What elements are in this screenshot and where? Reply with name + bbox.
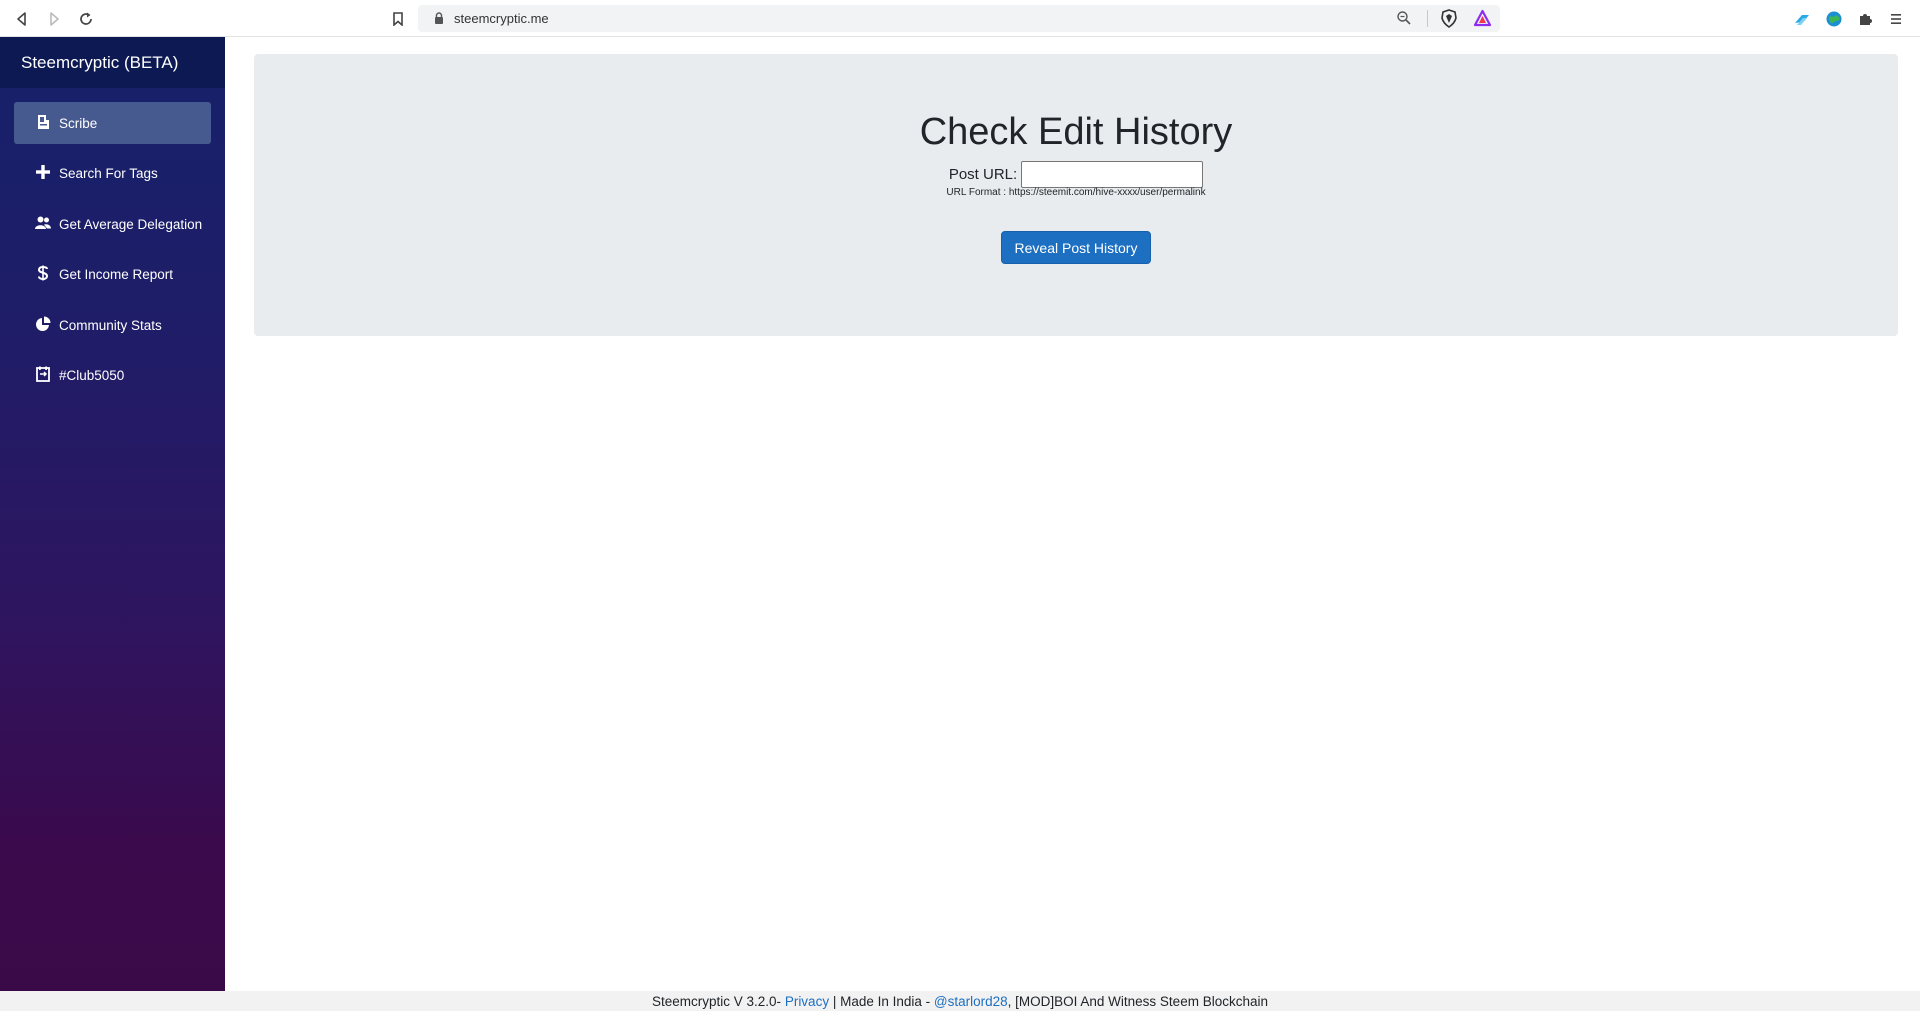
back-icon: [17, 12, 26, 26]
sidebar-item-label: Community Stats: [59, 317, 162, 333]
hamburger-icon: [1891, 14, 1901, 24]
sidebar-item-label: #Club5050: [59, 368, 125, 384]
calendar-icon: [34, 365, 52, 383]
sidebar-item-get-income-report[interactable]: Get Income Report: [14, 254, 211, 296]
url-divider: [1427, 10, 1428, 27]
back-button[interactable]: [11, 8, 33, 30]
footer: Steemcryptic V 3.2.0- Privacy | Made In …: [0, 991, 1920, 1011]
scribe-icon: [34, 113, 52, 131]
lock-icon: [435, 12, 443, 24]
globe-icon: [1826, 11, 1842, 27]
menu-button[interactable]: [1886, 9, 1906, 29]
extension-keychain-button[interactable]: [1792, 9, 1812, 29]
address-bar[interactable]: steemcryptic.me: [418, 5, 1500, 32]
brave-rewards-icon[interactable]: [1473, 9, 1492, 28]
sidebar: Steemcryptic (BETA) Scribe Search For Ta…: [0, 37, 225, 991]
sidebar-item-search-for-tags[interactable]: Search For Tags: [14, 153, 211, 195]
sidebar-item-label: Scribe: [59, 115, 98, 131]
footer-credits: , [MOD]BOI And Witness Steem Blockchain: [1007, 993, 1268, 1009]
footer-made-in: | Made In India -: [829, 993, 934, 1009]
sidebar-item-label: Get Income Report: [59, 267, 174, 283]
sidebar-item-get-average-delegation[interactable]: Get Average Delegation: [14, 203, 211, 245]
sidebar-item-label: Search For Tags: [59, 166, 158, 182]
plus-icon: [34, 163, 52, 181]
bookmark-icon: [393, 12, 403, 26]
keychain-icon: [1795, 15, 1809, 25]
reload-icon: [80, 12, 92, 25]
sidebar-item-community-stats[interactable]: Community Stats: [14, 304, 211, 346]
page-title: Check Edit History: [919, 111, 1233, 153]
dollar-icon: [34, 264, 52, 282]
forward-icon: [50, 12, 59, 26]
pie-chart-icon: [34, 315, 52, 333]
users-icon: [34, 214, 52, 232]
url-text: steemcryptic.me: [454, 11, 549, 26]
browser-toolbar: steemcryptic.me: [0, 0, 1920, 37]
edit-history-panel: Check Edit History Post URL: URL Format …: [254, 54, 1898, 336]
author-link[interactable]: @starlord28: [934, 994, 1008, 1009]
extension-globe-button[interactable]: [1824, 9, 1844, 29]
post-url-label: Post URL:: [948, 166, 1018, 183]
sidebar-item-scribe[interactable]: Scribe: [14, 102, 211, 144]
url-format-hint: URL Format : https://steemit.com/hive-xx…: [946, 187, 1206, 198]
reload-button[interactable]: [75, 8, 97, 30]
reveal-post-history-button[interactable]: Reveal Post History: [1001, 231, 1151, 264]
sidebar-nav: Scribe Search For Tags Get Average Deleg…: [0, 88, 225, 397]
sidebar-item-club5050[interactable]: #Club5050: [14, 355, 211, 397]
brave-shield-icon[interactable]: [1440, 9, 1458, 28]
puzzle-icon: [1860, 14, 1872, 25]
sidebar-item-label: Get Average Delegation: [59, 216, 203, 232]
post-url-input[interactable]: [1021, 161, 1204, 188]
zoom-icon[interactable]: [1396, 10, 1412, 26]
privacy-link[interactable]: Privacy: [785, 994, 829, 1009]
forward-button[interactable]: [43, 8, 65, 30]
extensions-button[interactable]: [1856, 9, 1876, 29]
bookmark-button[interactable]: [387, 8, 409, 30]
footer-version: Steemcryptic V 3.2.0-: [652, 993, 785, 1009]
sidebar-brand[interactable]: Steemcryptic (BETA): [0, 37, 225, 88]
post-url-row: Post URL:: [254, 161, 1898, 188]
